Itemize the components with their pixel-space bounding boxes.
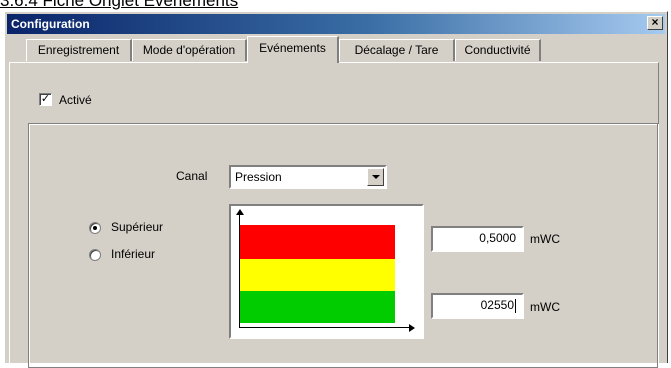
upper-unit: mWC [530,232,560,246]
lower-radio-label: Inférieur [111,247,156,261]
x-axis [239,327,411,328]
tab-decalage-tare[interactable]: Décalage / Tare [339,39,455,61]
window-title: Configuration [11,17,90,31]
upper-radio[interactable] [89,222,101,234]
lower-radio[interactable] [89,249,101,261]
enabled-checkbox[interactable]: ✓ [39,93,52,106]
document-heading: 3.6.4 Fiche Onglet Evénements [0,0,239,10]
text-cursor [515,298,516,313]
title-bar: Configuration × [7,14,665,34]
arrow-up-icon [236,209,244,215]
upper-threshold-value: 0,5000 [479,231,516,245]
tab-conductivite[interactable]: Conductivité [455,39,541,61]
tab-mode-operation[interactable]: Mode d'opération [132,39,247,61]
chevron-down-icon[interactable] [367,168,384,186]
high-zone [240,225,395,259]
threshold-diagram [229,204,424,339]
enabled-label: Activé [59,93,92,107]
lower-threshold-input[interactable]: 02550 [431,293,524,319]
y-axis [239,214,240,328]
lower-unit: mWC [530,300,560,314]
channel-value: Pression [235,170,282,184]
upper-threshold-input[interactable]: 0,5000 [431,226,524,252]
channel-select[interactable]: Pression [229,165,387,189]
channel-label: Canal [176,169,208,183]
tab-enregistrement[interactable]: Enregistrement [26,39,132,61]
tab-evenements[interactable]: Evénements [247,36,339,63]
middle-zone [240,259,395,291]
close-button[interactable]: × [647,16,663,30]
low-zone [240,291,395,323]
arrow-right-icon [409,324,415,332]
lower-threshold-value: 02550 [480,298,514,312]
upper-radio-label: Supérieur [111,220,164,234]
